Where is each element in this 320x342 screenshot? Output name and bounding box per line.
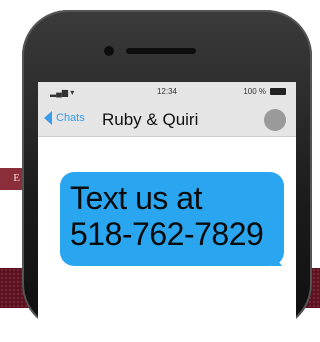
battery-percent: 100 % [243,87,266,96]
message-line-1: Text us at [70,180,202,216]
front-camera-icon [104,46,114,56]
battery-icon [270,88,286,95]
conversation-header: Chats Ruby & Quiri [38,102,296,137]
message-line-2: 518-762-7829 [70,216,264,252]
avatar[interactable] [264,109,286,131]
contact-name: Ruby & Quiri [102,110,199,129]
background-tab: E [0,168,22,190]
message-bubble-tail [272,252,282,266]
phone-screen: ▂▄▆ ▾ 12:34 100 % Chats Ruby & Quiri Tex… [38,82,296,342]
phone-frame: ▂▄▆ ▾ 12:34 100 % Chats Ruby & Quiri Tex… [22,10,312,342]
message-bubble: Text us at 518-762-7829 [60,172,284,266]
background-tab-text: E [13,172,20,184]
back-label: Chats [56,112,85,124]
status-bar: ▂▄▆ ▾ 12:34 100 % [38,82,296,102]
back-button[interactable]: Chats [44,111,85,125]
chevron-left-icon [44,111,52,125]
speaker-grille [126,48,196,54]
